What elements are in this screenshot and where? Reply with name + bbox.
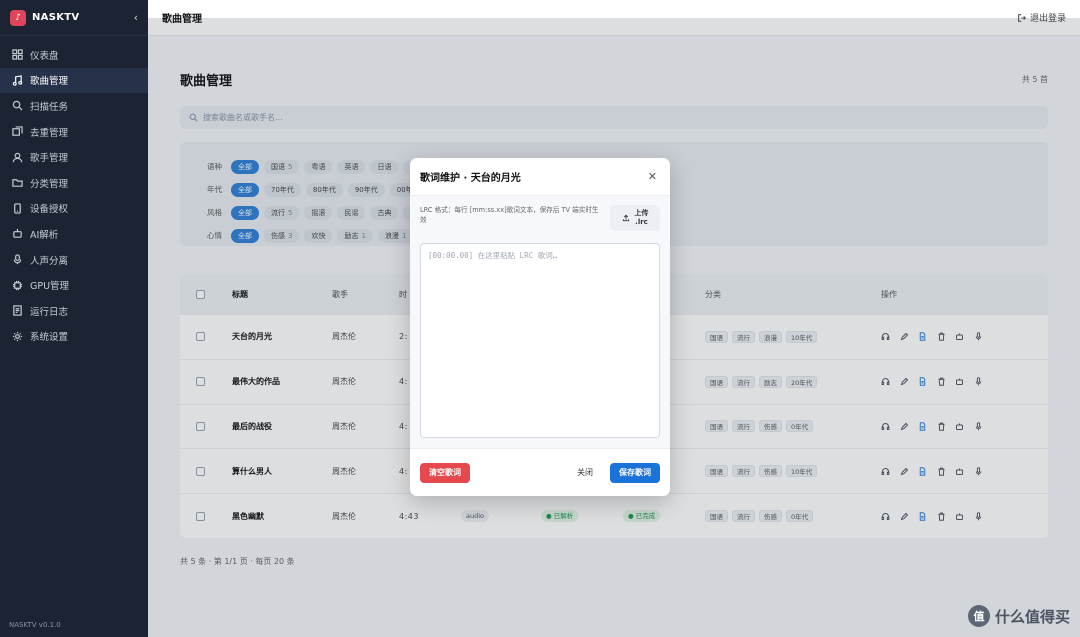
- modal-footer: 清空歌词 关闭 保存歌词: [410, 448, 670, 496]
- music-icon: [11, 74, 23, 86]
- sidebar-item-11[interactable]: 系统设置: [0, 324, 148, 350]
- sidebar-item-9[interactable]: GPU管理: [0, 272, 148, 298]
- sidebar-item-label: 系统设置: [30, 332, 69, 344]
- brand: ♪ NASKTV ‹: [0, 0, 148, 36]
- sidebar-item-10[interactable]: 运行日志: [0, 298, 148, 324]
- close-button[interactable]: 关闭: [568, 463, 602, 483]
- lyrics-textarea[interactable]: [420, 243, 660, 438]
- sidebar-item-4[interactable]: 歌手管理: [0, 144, 148, 170]
- sidebar-item-7[interactable]: AI解析: [0, 221, 148, 247]
- sidebar-item-label: 仪表盘: [30, 50, 59, 62]
- sidebar-item-label: 运行日志: [30, 306, 69, 318]
- sidebar-item-label: 去重管理: [30, 127, 69, 139]
- watermark-logo: 值: [967, 605, 990, 627]
- sidebar-item-0[interactable]: 仪表盘: [0, 42, 148, 68]
- upload-icon: [622, 214, 629, 222]
- upload-label: 上传: [634, 209, 649, 217]
- app-logo-icon: ♪: [10, 9, 26, 26]
- lyrics-modal: 歌词维护 · 天台的月光 ✕ LRC 格式：每行 [mm:ss.xx]歌词文本，…: [410, 158, 670, 496]
- watermark: 值 什么值得买: [967, 605, 1070, 627]
- sidebar-item-label: 设备授权: [30, 204, 69, 216]
- sidebar-item-label: 歌手管理: [30, 153, 69, 165]
- modal-header: 歌词维护 · 天台的月光 ✕: [410, 158, 670, 196]
- dashboard-icon: [11, 49, 23, 61]
- app-version: NASKTV v0.1.0: [9, 621, 61, 629]
- log-icon: [11, 305, 23, 317]
- sidebar-item-label: 歌曲管理: [30, 76, 69, 88]
- close-icon[interactable]: ✕: [648, 170, 657, 183]
- sidebar-item-label: 人声分离: [30, 255, 69, 267]
- mic-icon: [11, 254, 23, 266]
- sidebar-item-3[interactable]: 去重管理: [0, 119, 148, 145]
- gear-icon: [11, 330, 23, 342]
- sidebar-item-label: 分类管理: [30, 178, 69, 190]
- save-lyrics-button[interactable]: 保存歌词: [610, 462, 660, 483]
- upload-lrc-button[interactable]: 上传 .lrc: [610, 205, 660, 231]
- sidebar-item-label: 扫描任务: [30, 101, 69, 113]
- watermark-text: 什么值得买: [994, 607, 1070, 626]
- modal-title: 歌词维护 · 天台的月光: [420, 173, 521, 184]
- chip-icon: [11, 279, 23, 291]
- collapse-sidebar-icon[interactable]: ‹: [134, 11, 138, 24]
- sidebar-item-1[interactable]: 歌曲管理: [0, 67, 148, 94]
- clear-lyrics-button[interactable]: 清空歌词: [420, 462, 470, 483]
- user-icon: [11, 151, 23, 163]
- device-icon: [11, 202, 23, 214]
- sidebar-item-6[interactable]: 设备授权: [0, 196, 148, 222]
- sidebar-item-5[interactable]: 分类管理: [0, 170, 148, 196]
- dedupe-icon: [11, 126, 23, 138]
- sidebar-item-8[interactable]: 人声分离: [0, 247, 148, 273]
- upload-ext: .lrc: [635, 218, 648, 226]
- search-icon: [11, 100, 23, 112]
- sidebar-item-2[interactable]: 扫描任务: [0, 93, 148, 119]
- app-name: NASKTV: [32, 12, 80, 23]
- modal-body: LRC 格式：每行 [mm:ss.xx]歌词文本，保存后 TV 端实时生效 上传…: [410, 196, 670, 448]
- sidebar-nav: 仪表盘歌曲管理扫描任务去重管理歌手管理分类管理设备授权 AI解析人声分离 GPU管理…: [0, 36, 148, 349]
- sidebar: ♪ NASKTV ‹ 仪表盘歌曲管理扫描任务去重管理歌手管理分类管理设备授权 AI…: [0, 0, 148, 637]
- sidebar-item-label: AI解析: [30, 229, 59, 241]
- folder-icon: [11, 177, 23, 189]
- sidebar-item-label: GPU管理: [30, 281, 70, 293]
- lrc-format-hint: LRC 格式：每行 [mm:ss.xx]歌词文本，保存后 TV 端实时生效: [420, 206, 599, 224]
- robot-icon: [11, 228, 23, 240]
